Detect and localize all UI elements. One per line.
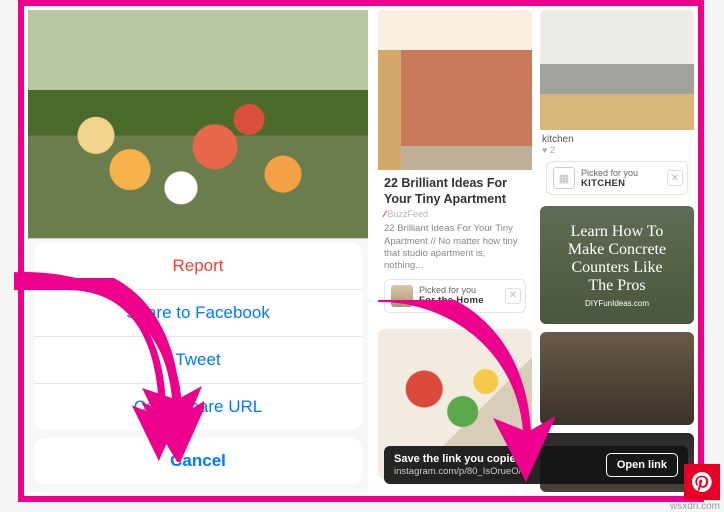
pin-apartment-desc: 22 Brilliant Ideas For Your Tiny Apartme… (384, 223, 526, 272)
share-facebook-button[interactable]: Share to Facebook (34, 290, 362, 337)
pin-kitchen[interactable]: kitchen ♥ 2 ▦ Picked for you KITCHEN ✕ (540, 10, 694, 198)
picked-label: Picked for you (419, 285, 476, 295)
report-button[interactable]: Report (34, 243, 362, 290)
feed-col-left: 22 Brilliant Ideas For Your Tiny Apartme… (378, 10, 532, 492)
pinterest-icon (692, 472, 712, 492)
picked-board-name: KITCHEN (581, 178, 638, 189)
picked-for-you-kitchen[interactable]: ▦ Picked for you KITCHEN ✕ (546, 161, 688, 195)
picked-thumb-outline-icon: ▦ (553, 167, 575, 189)
pin-counters-image: Learn How To Make Concrete Counters Like… (540, 206, 694, 324)
dismiss-picked-icon[interactable]: ✕ (505, 288, 521, 304)
action-sheet: Report Share to Facebook Tweet Copy Shar… (28, 239, 368, 492)
copy-share-url-button[interactable]: Copy Share URL (34, 384, 362, 430)
save-link-toast: Save the link you copied? instagram.com/… (384, 446, 688, 484)
pin-apartment-title: 22 Brilliant Ideas For Your Tiny Apartme… (384, 176, 526, 207)
pin-kitchen-b-image (540, 332, 694, 425)
pin-kitchen-likes: ♥ 2 (540, 145, 694, 155)
cancel-button[interactable]: Cancel (34, 438, 362, 484)
feed-col-right: kitchen ♥ 2 ▦ Picked for you KITCHEN ✕ L… (540, 10, 694, 492)
pin-apartment-source: ∕BuzzFeed (384, 209, 526, 219)
pin-kitchen-caption: kitchen (540, 130, 694, 145)
toast-url: instagram.com/p/80_IsOrueO/ (394, 466, 529, 477)
left-panel: Report Share to Facebook Tweet Copy Shar… (28, 10, 368, 492)
open-link-button[interactable]: Open link (606, 453, 678, 477)
picked-board-name: For the Home (419, 295, 484, 306)
pin-photo-flowers (28, 10, 368, 239)
toast-title: Save the link you copied? (394, 453, 529, 465)
action-sheet-cancel-group: Cancel (34, 438, 362, 484)
right-panel: 22 Brilliant Ideas For Your Tiny Apartme… (378, 10, 694, 492)
pinterest-save-button[interactable] (684, 464, 720, 500)
picked-for-you-home[interactable]: Picked for you For the Home ✕ (384, 279, 526, 313)
pin-kitchen-b[interactable] (540, 332, 694, 425)
pin-apartment[interactable]: 22 Brilliant Ideas For Your Tiny Apartme… (378, 10, 532, 321)
pin-kitchen-image (540, 10, 694, 130)
pin-counters[interactable]: Learn How To Make Concrete Counters Like… (540, 206, 694, 324)
watermark: wsxdn.com (670, 501, 720, 512)
picked-label: Picked for you (581, 168, 638, 178)
action-sheet-group: Report Share to Facebook Tweet Copy Shar… (34, 243, 362, 430)
tweet-button[interactable]: Tweet (34, 337, 362, 384)
dismiss-picked-icon[interactable]: ✕ (667, 170, 683, 186)
pin-apartment-image (378, 10, 532, 170)
tutorial-frame: Report Share to Facebook Tweet Copy Shar… (18, 0, 704, 502)
picked-thumb-icon (391, 285, 413, 307)
